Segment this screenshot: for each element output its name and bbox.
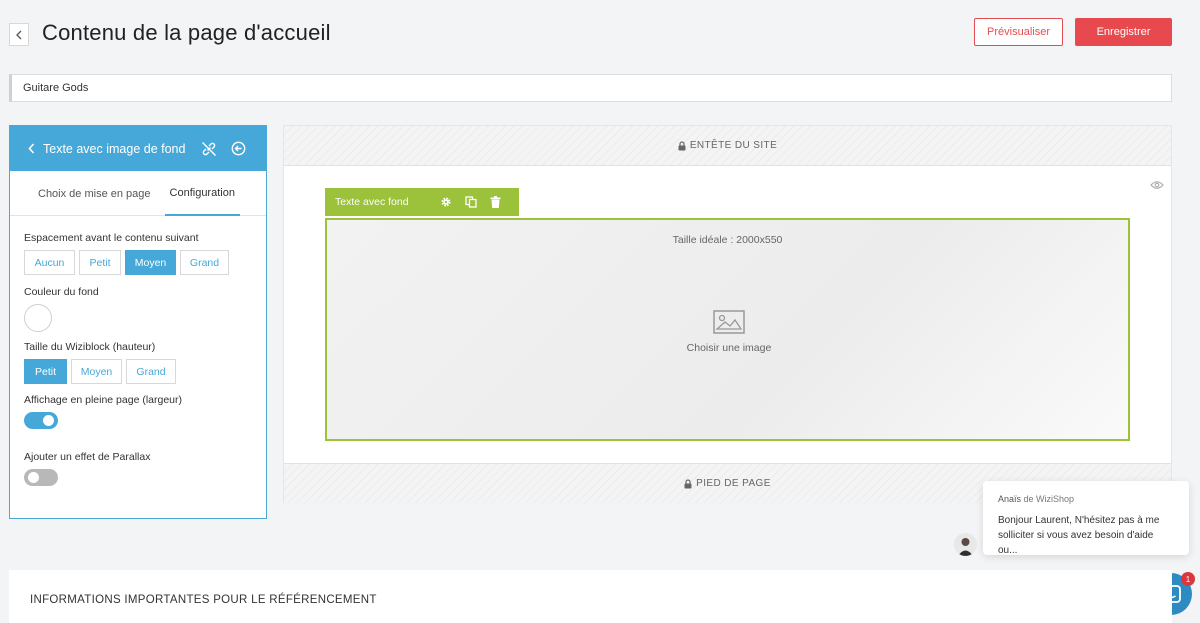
block-height-label: Taille du Wiziblock (hauteur) — [24, 341, 156, 353]
reset-button[interactable] — [231, 141, 246, 156]
site-header-label: ENTÊTE DU SITE — [689, 140, 778, 151]
panel-tabs: Choix de mise en page Configuration — [10, 171, 266, 216]
toggle-knob — [43, 415, 54, 426]
chat-sender: Anaïs de WiziShop — [998, 494, 1075, 504]
preview-button[interactable]: Prévisualiser — [974, 18, 1063, 46]
eye-icon — [1150, 181, 1164, 189]
background-color-label: Couleur du fond — [24, 286, 99, 298]
chevron-left-icon — [16, 30, 22, 39]
parallax-toggle[interactable] — [24, 469, 58, 486]
block-config-panel: Texte avec image de fond Choix de mise e… — [9, 125, 267, 519]
avatar[interactable] — [954, 533, 977, 556]
trash-icon — [490, 196, 501, 208]
height-option-medium[interactable]: Moyen — [71, 359, 122, 384]
unlink-button[interactable] — [201, 141, 217, 157]
spacing-option-medium[interactable]: Moyen — [125, 250, 176, 275]
ideal-size-hint: Taille idéale : 2000x550 — [672, 234, 783, 246]
chevron-left-icon — [28, 143, 35, 154]
site-header-band: ENTÊTE DU SITE — [284, 126, 1171, 166]
block-settings-button[interactable] — [440, 196, 452, 208]
agent-avatar-icon — [958, 538, 973, 556]
panel-header: Texte avec image de fond — [10, 126, 266, 171]
visibility-button[interactable] — [1150, 177, 1164, 195]
lock-icon — [684, 478, 692, 488]
image-icon — [713, 310, 745, 334]
site-footer-label: PIED DE PAGE — [696, 478, 771, 489]
seo-title: INFORMATIONS IMPORTANTES POUR LE RÉFÉREN… — [30, 594, 377, 606]
block-duplicate-button[interactable] — [464, 196, 477, 208]
full-width-label: Affichage en pleine page (largeur) — [24, 394, 182, 406]
full-width-toggle[interactable] — [24, 412, 58, 429]
unlink-icon — [202, 141, 217, 156]
back-button[interactable] — [9, 23, 29, 46]
spacing-label: Espacement avant le contenu suivant — [24, 232, 199, 244]
panel-title: Texte avec image de fond — [43, 141, 186, 156]
parallax-label: Ajouter un effet de Parallax — [24, 451, 151, 463]
height-option-large[interactable]: Grand — [126, 359, 176, 384]
choose-image-button[interactable]: Choisir une image — [672, 310, 786, 370]
background-color-picker[interactable] — [24, 304, 52, 332]
toggle-knob — [28, 472, 39, 483]
choose-image-label: Choisir une image — [686, 342, 772, 354]
spacing-selector: Aucun Petit Moyen Grand — [24, 250, 229, 275]
seo-section: INFORMATIONS IMPORTANTES POUR LE RÉFÉREN… — [9, 570, 1172, 623]
notification-badge: 1 — [1181, 572, 1195, 586]
chat-message: Bonjour Laurent, N'hésitez pas à me soll… — [998, 515, 1160, 556]
shop-name-field[interactable]: Guitare Gods — [9, 74, 1172, 102]
gear-icon — [441, 197, 451, 207]
arrow-left-circle-icon — [232, 141, 246, 156]
chat-message-bubble[interactable]: Anaïs de WiziShop Bonjour Laurent, N'hés… — [983, 481, 1189, 556]
block-delete-button[interactable] — [490, 196, 501, 208]
lock-icon — [678, 140, 686, 150]
height-selector: Petit Moyen Grand — [24, 359, 176, 384]
shop-name-value: Guitare Gods — [23, 82, 89, 94]
height-option-small[interactable]: Petit — [24, 359, 67, 384]
spacing-option-small[interactable]: Petit — [79, 250, 121, 275]
tab-configuration[interactable]: Configuration — [164, 171, 240, 216]
page-preview: ENTÊTE DU SITE Texte avec fond Taille id… — [283, 125, 1172, 503]
block-toolbar: Texte avec fond — [325, 188, 519, 216]
back-to-blocks-button[interactable] — [28, 143, 35, 154]
page-title: Contenu de la page d'accueil — [42, 20, 331, 45]
copy-icon — [464, 196, 477, 208]
spacing-option-none[interactable]: Aucun — [24, 250, 75, 275]
tab-layout-choice[interactable]: Choix de mise en page — [38, 171, 151, 216]
background-image-block: Taille idéale : 2000x550 Choisir une ima… — [325, 218, 1130, 441]
spacing-option-large[interactable]: Grand — [180, 250, 229, 275]
block-label: Texte avec fond — [335, 196, 409, 208]
save-button[interactable]: Enregistrer — [1075, 18, 1172, 46]
